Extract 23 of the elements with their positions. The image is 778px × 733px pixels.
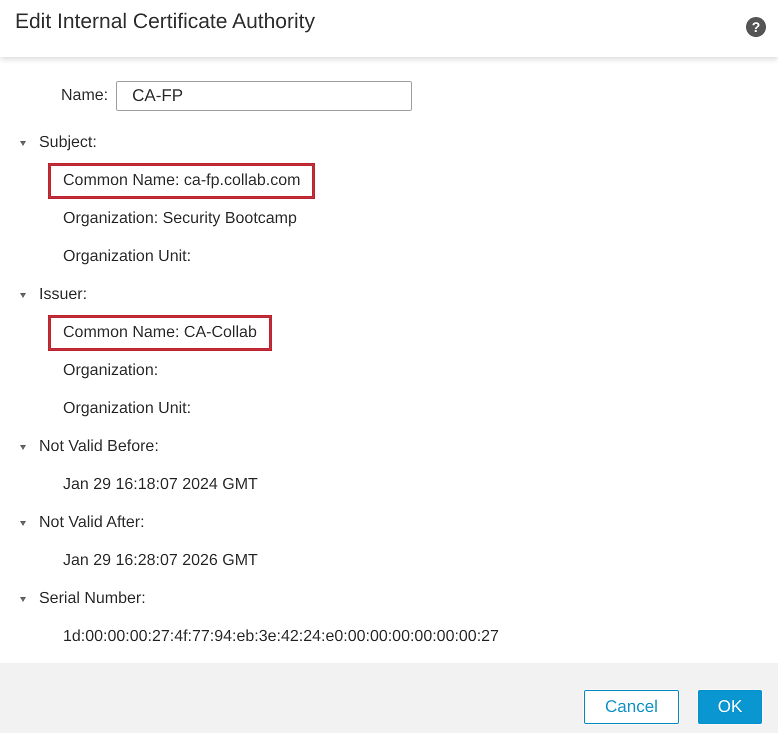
- caret-icon[interactable]: [20, 140, 26, 146]
- section-label: Issuer:: [39, 286, 88, 304]
- caret-icon[interactable]: [20, 596, 26, 602]
- caret-icon[interactable]: [20, 444, 26, 450]
- name-label: Name:: [61, 87, 108, 105]
- field-text: Jan 29 16:18:07 2024 GMT: [62, 475, 259, 495]
- field-text: Common Name: CA-Collab: [48, 315, 272, 351]
- help-icon[interactable]: ?: [746, 16, 766, 36]
- field-text: 1d:00:00:00:27:4f:77:94:eb:3e:42:24:e0:00:00:00:00:00:00:27: [62, 627, 500, 647]
- field-text: Organization Unit:: [62, 399, 192, 419]
- section-label: Not Valid After:: [39, 514, 145, 532]
- field-text: Organization: Security Bootcamp: [62, 209, 298, 229]
- field-text: Common Name: ca-fp.collab.com: [48, 163, 316, 199]
- section-label: Subject:: [39, 134, 97, 152]
- field-text: Organization:: [62, 361, 160, 381]
- field-text: Organization Unit:: [62, 247, 192, 267]
- field-text: Jan 29 16:28:07 2026 GMT: [62, 551, 259, 571]
- name-field[interactable]: CA-FP: [116, 81, 412, 111]
- caret-icon[interactable]: [20, 292, 26, 298]
- section-label: Not Valid Before:: [39, 438, 159, 456]
- section-label: Serial Number:: [39, 590, 146, 608]
- dialog-title: Edit Internal Certificate Authority: [15, 10, 315, 34]
- caret-icon[interactable]: [20, 520, 26, 526]
